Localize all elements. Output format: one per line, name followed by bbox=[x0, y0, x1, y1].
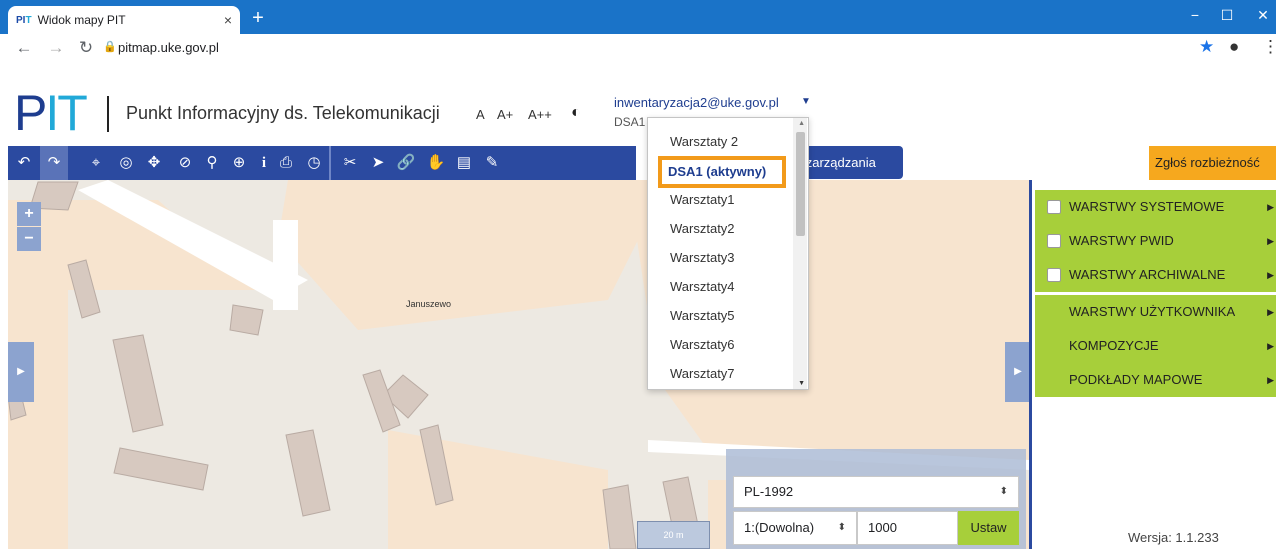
tab-title: Widok mapy PIT bbox=[37, 13, 126, 27]
layer-label: WARSTWY ARCHIWALNE bbox=[1069, 267, 1226, 282]
favicon-icon: PIT bbox=[16, 14, 32, 26]
page-title: Punkt Informacyjny ds. Telekomunikacji bbox=[126, 103, 440, 123]
back-arrow-icon[interactable]: ← bbox=[14, 38, 34, 58]
hand-icon[interactable]: ✋ bbox=[424, 146, 448, 180]
layer-pwid[interactable]: WARSTWY PWID ▶ bbox=[1035, 224, 1276, 258]
dropdown-item[interactable]: Warsztaty4 bbox=[670, 279, 735, 294]
url-field[interactable]: pitmap.uke.gov.pl bbox=[118, 40, 219, 55]
left-panel-toggle-icon[interactable]: ▶ bbox=[8, 342, 34, 402]
info-icon[interactable]: i bbox=[252, 146, 276, 180]
forward-arrow-icon[interactable]: → bbox=[46, 38, 66, 58]
workspace-dropdown: Warsztaty 2 DSA1 (aktywny) Warsztaty1 Wa… bbox=[647, 117, 809, 390]
place-label: Januszewo bbox=[406, 299, 452, 309]
layer-checkbox[interactable] bbox=[1047, 268, 1061, 282]
account-icon[interactable]: ● bbox=[1229, 37, 1239, 57]
center-crosshair-icon[interactable]: ⌖ bbox=[84, 146, 108, 180]
scale-mode-select[interactable]: 1:(Dowolna) ⬍ bbox=[733, 511, 857, 545]
edit-pencil-icon[interactable]: ✎ bbox=[480, 146, 504, 180]
dropdown-item[interactable]: Warsztaty1 bbox=[670, 192, 735, 207]
compass-icon[interactable]: ⊘ bbox=[173, 146, 197, 180]
version-label: Wersja: 1.1.233 bbox=[1128, 530, 1219, 545]
zoom-in-icon[interactable]: ⊕ bbox=[227, 146, 251, 180]
toolbar-divider bbox=[329, 146, 331, 180]
expand-triangle-icon: ▶ bbox=[1267, 307, 1274, 317]
menu-kebab-icon[interactable]: ⋮ bbox=[1262, 37, 1276, 57]
user-email-menu[interactable]: inwentaryzacja2@uke.gov.pl bbox=[614, 95, 779, 110]
zoom-out-button[interactable]: − bbox=[17, 227, 41, 251]
scale-bar: 20 m bbox=[637, 521, 710, 549]
layer-label: WARSTWY SYSTEMOWE bbox=[1069, 199, 1225, 214]
tab-close-icon[interactable]: × bbox=[224, 12, 232, 28]
measure-tools-icon[interactable]: ✂ bbox=[338, 146, 362, 180]
dropdown-scroll-thumb[interactable] bbox=[796, 132, 805, 236]
new-tab-button[interactable]: + bbox=[246, 6, 270, 30]
set-scale-button[interactable]: Ustaw bbox=[958, 511, 1019, 545]
reload-icon[interactable]: ↻ bbox=[76, 38, 96, 58]
workspace-label[interactable]: DSA1 bbox=[614, 115, 645, 129]
expand-triangle-icon: ▶ bbox=[1267, 202, 1274, 212]
scale-mode-value: 1:(Dowolna) bbox=[744, 520, 815, 535]
dropdown-item[interactable]: Warsztaty3 bbox=[670, 250, 735, 265]
expand-triangle-icon: ▶ bbox=[1267, 236, 1274, 246]
select-arrows-icon: ⬍ bbox=[837, 522, 846, 533]
scroll-down-icon[interactable]: ▼ bbox=[798, 380, 805, 387]
browser-tab[interactable]: PIT Widok mapy PIT × bbox=[8, 6, 240, 34]
crs-select[interactable]: PL-1992 ⬍ bbox=[733, 476, 1019, 508]
pan-move-icon[interactable]: ✥ bbox=[142, 146, 166, 180]
layer-compositions[interactable]: KOMPOZYCJE ▶ bbox=[1035, 329, 1276, 363]
font-size-medium-button[interactable]: A+ bbox=[497, 107, 513, 122]
search-icon[interactable]: ⚲ bbox=[200, 146, 224, 180]
dropdown-item[interactable]: Warsztaty2 bbox=[670, 221, 735, 236]
layer-label: KOMPOZYCJE bbox=[1069, 338, 1159, 353]
contrast-toggle-icon[interactable]: ◐ bbox=[571, 104, 581, 122]
history-clock-icon[interactable]: ◷ bbox=[302, 146, 326, 180]
right-panel-toggle-icon[interactable]: ▶ bbox=[1005, 342, 1031, 402]
dropdown-item[interactable]: Warsztaty 2 bbox=[670, 134, 738, 149]
layer-checkbox[interactable] bbox=[1047, 234, 1061, 248]
layer-basemaps[interactable]: PODKŁADY MAPOWE ▶ bbox=[1035, 363, 1276, 397]
dropdown-item-active[interactable]: DSA1 (aktywny) bbox=[658, 156, 786, 188]
layer-label: PODKŁADY MAPOWE bbox=[1069, 372, 1203, 387]
close-window-icon[interactable]: ✕ bbox=[1250, 4, 1276, 26]
target-icon[interactable]: ◎ bbox=[114, 146, 138, 180]
scroll-up-icon[interactable]: ▲ bbox=[798, 120, 805, 127]
logo-divider bbox=[107, 96, 109, 132]
export-file-icon[interactable]: ▤ bbox=[452, 146, 476, 180]
select-arrows-icon: ⬍ bbox=[999, 486, 1008, 497]
layer-archive[interactable]: WARSTWY ARCHIWALNE ▶ bbox=[1035, 258, 1276, 292]
select-pointer-icon[interactable]: ➤ bbox=[366, 146, 390, 180]
pit-logo: PIT bbox=[14, 85, 88, 141]
layer-label: WARSTWY UŻYTKOWNIKA bbox=[1069, 304, 1236, 319]
minimize-icon[interactable]: − bbox=[1182, 4, 1208, 26]
zoom-in-button[interactable]: + bbox=[17, 202, 41, 226]
layer-label: WARSTWY PWID bbox=[1069, 233, 1174, 248]
bookmark-star-icon[interactable]: ★ bbox=[1199, 37, 1214, 57]
link-icon[interactable]: 🔗 bbox=[394, 146, 418, 180]
redo-icon[interactable]: ↷ bbox=[40, 146, 68, 180]
dropdown-item[interactable]: Warsztaty6 bbox=[670, 337, 735, 352]
expand-triangle-icon: ▶ bbox=[1267, 375, 1274, 385]
scale-value-input[interactable]: 1000 bbox=[857, 511, 958, 545]
font-size-small-button[interactable]: A bbox=[476, 107, 485, 122]
layer-system[interactable]: WARSTWY SYSTEMOWE ▶ bbox=[1035, 190, 1276, 224]
dropdown-item[interactable]: Warsztaty5 bbox=[670, 308, 735, 323]
print-icon[interactable]: ⎙ bbox=[274, 146, 298, 180]
layer-user[interactable]: WARSTWY UŻYTKOWNIKA ▶ bbox=[1035, 295, 1276, 329]
crs-value: PL-1992 bbox=[744, 484, 794, 499]
dropdown-item[interactable]: Warsztaty7 bbox=[670, 366, 735, 381]
caret-down-icon[interactable]: ▼ bbox=[801, 96, 811, 107]
lock-icon: 🔒 bbox=[103, 41, 117, 53]
report-discrepancy-button[interactable]: Zgłoś rozbieżność bbox=[1149, 146, 1276, 180]
undo-icon[interactable]: ↶ bbox=[12, 146, 36, 180]
layer-checkbox[interactable] bbox=[1047, 200, 1061, 214]
expand-triangle-icon: ▶ bbox=[1267, 270, 1274, 280]
maximize-icon[interactable]: ☐ bbox=[1214, 4, 1240, 26]
font-size-large-button[interactable]: A++ bbox=[528, 107, 552, 122]
expand-triangle-icon: ▶ bbox=[1267, 341, 1274, 351]
